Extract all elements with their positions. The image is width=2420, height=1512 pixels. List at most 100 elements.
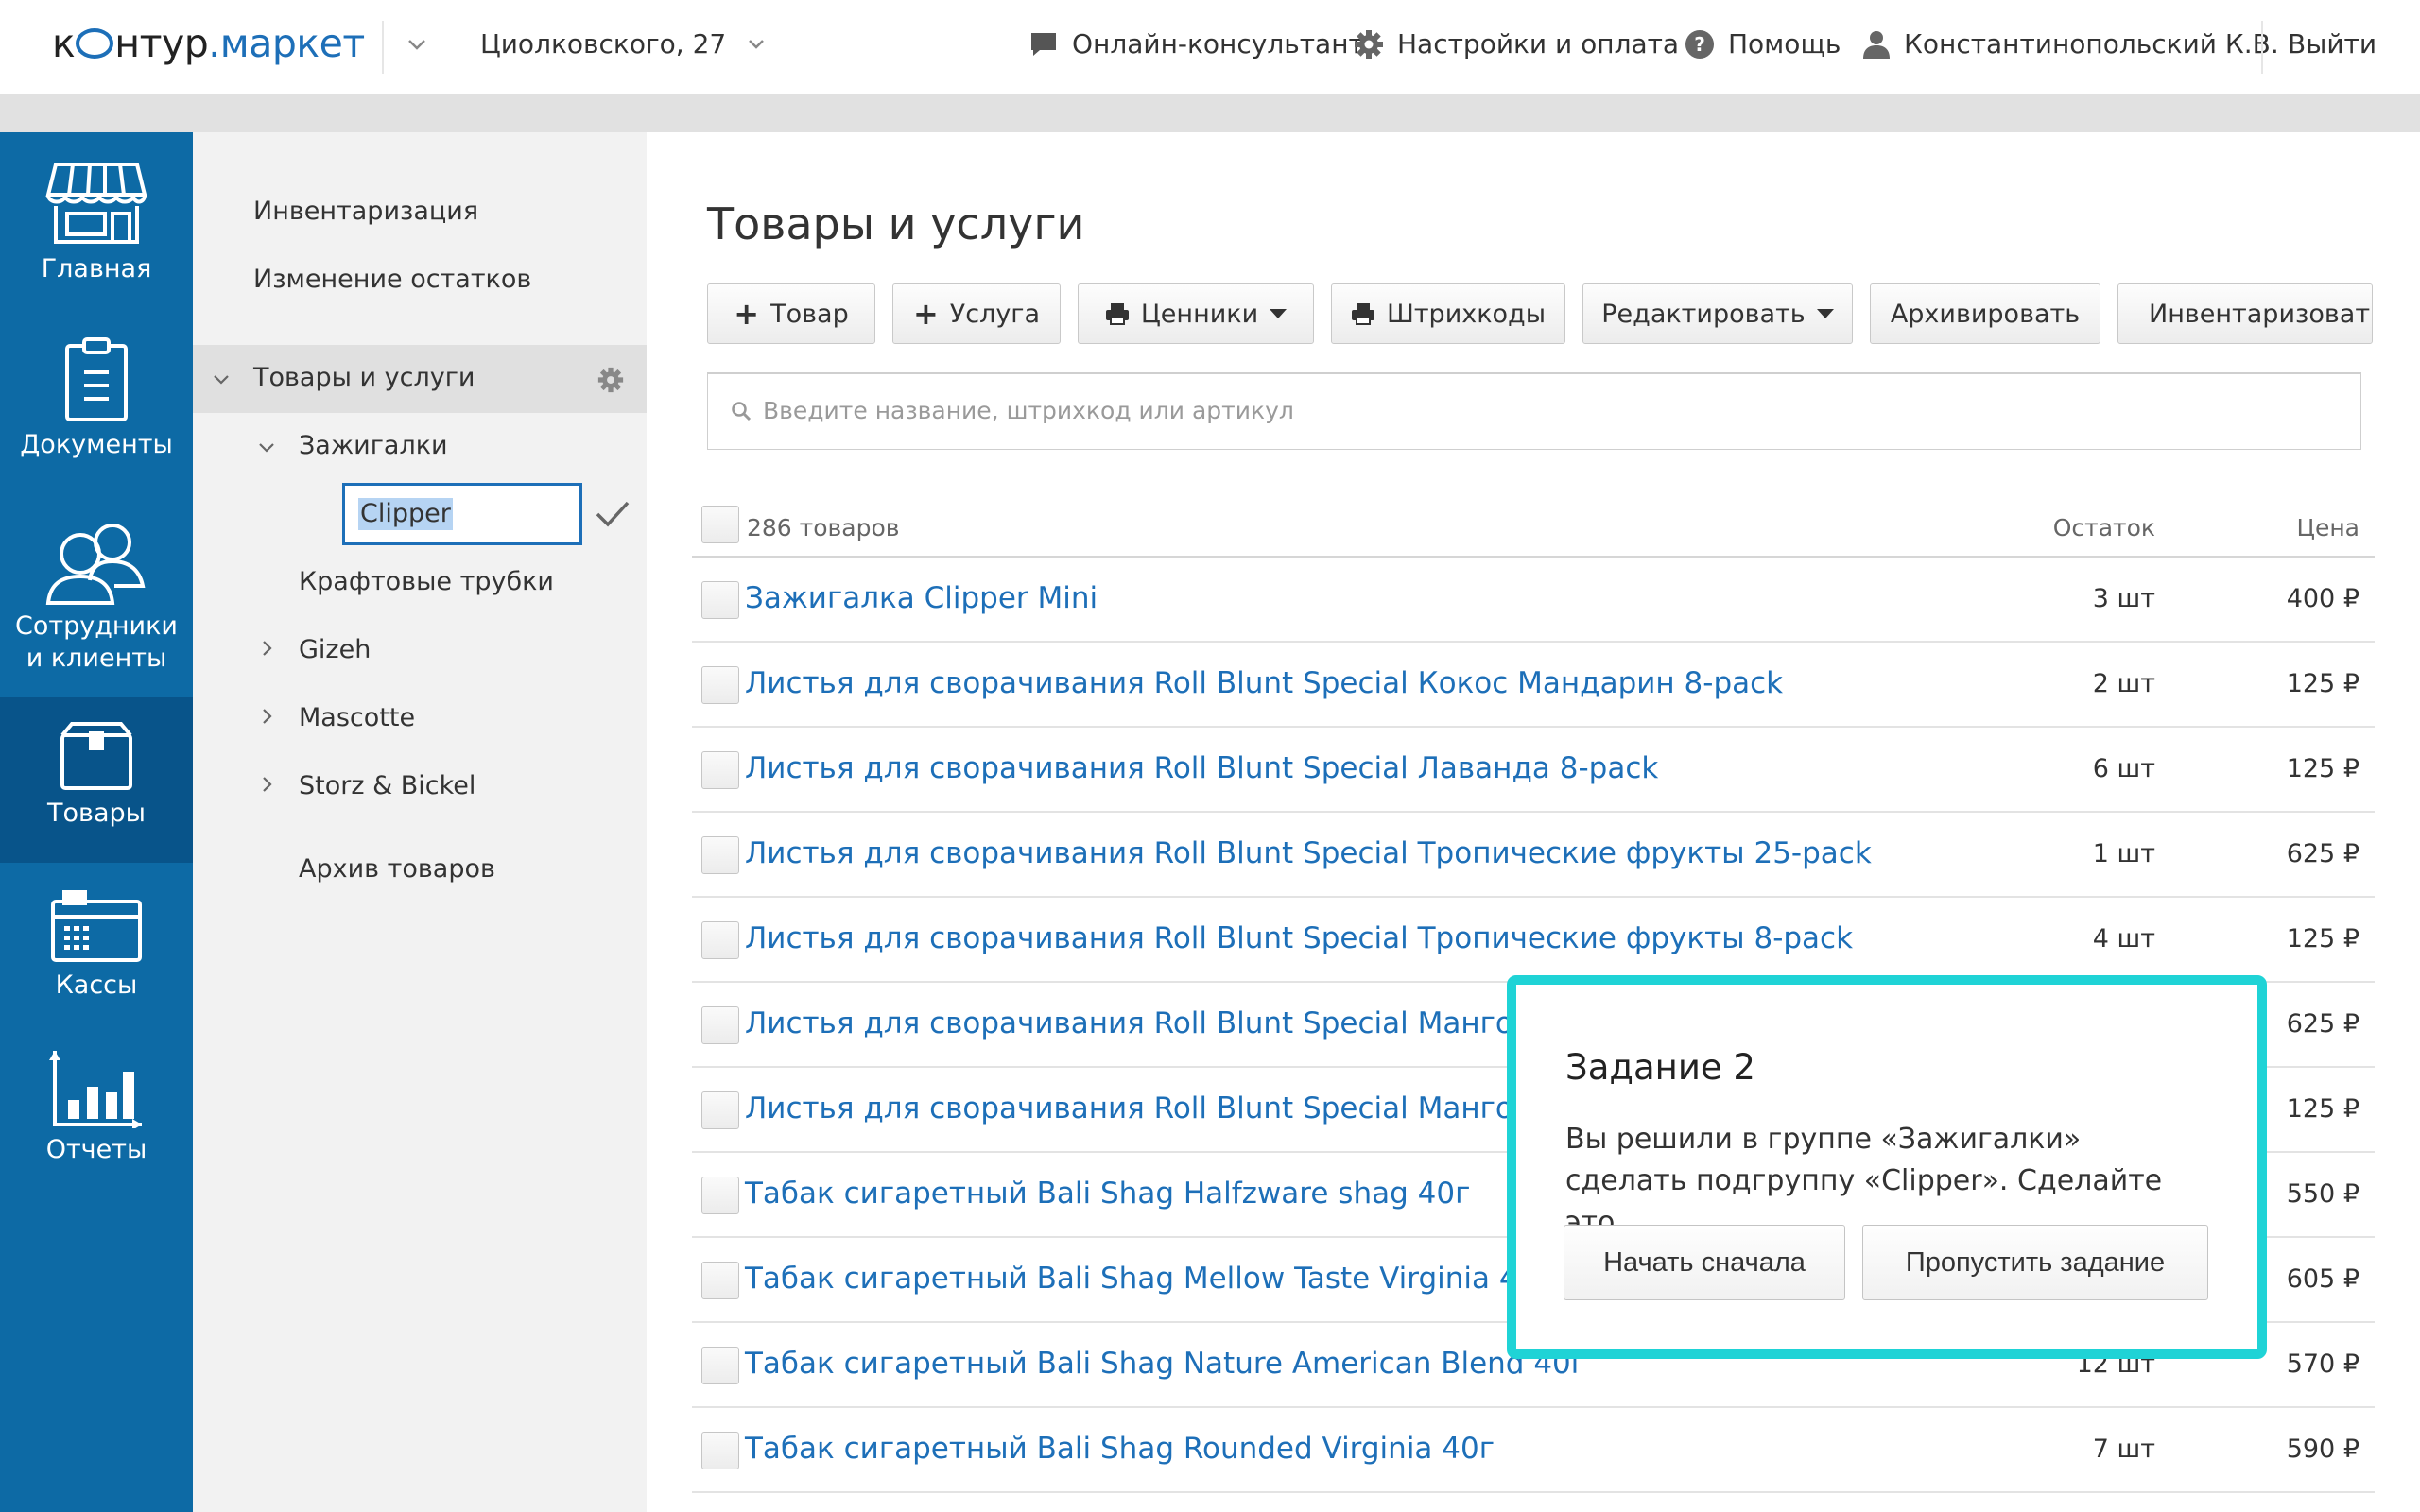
logo[interactable]: к нтур.маркет [52,21,365,66]
online-consultant-link[interactable]: Онлайн-консультант [1028,28,1364,60]
add-service-label: Услуга [949,299,1041,329]
product-price: 550 ₽ [2286,1179,2360,1209]
skip-task-button[interactable]: Пропустить задание [1862,1225,2208,1300]
archive-button[interactable]: Архивировать [1870,284,2100,344]
row-checkbox[interactable] [701,836,739,874]
logo-text-left: к [52,21,76,66]
product-stock: 3 шт [2092,584,2155,613]
product-name-link[interactable]: Листья для сворачивания Roll Blunt Speci… [745,1091,1570,1125]
row-checkbox[interactable] [701,921,739,959]
new-group-name-input[interactable]: Clipper [342,483,582,545]
table-row[interactable]: Зажигалка Clipper Mini 3 шт 400 ₽ [692,558,2375,643]
store-selector[interactable]: Циолковского, 27 [480,28,765,60]
row-checkbox[interactable] [701,581,739,619]
chevron-down-icon[interactable] [212,370,231,389]
chevron-down-icon[interactable] [406,34,427,55]
product-name-link[interactable]: Листья для сворачивания Roll Blunt Speci… [745,1006,1570,1040]
nav-item-home[interactable]: Главная [0,161,193,312]
product-name-link[interactable]: Листья для сворачивания Roll Blunt Speci… [745,751,1658,785]
nav-item-reports[interactable]: Отчеты [0,1049,193,1191]
product-price: 625 ₽ [2286,1009,2360,1039]
restart-button[interactable]: Начать сначала [1564,1225,1845,1300]
tree-label-gizeh[interactable]: Gizeh [299,635,371,664]
edit-button[interactable]: Редактировать [1582,284,1853,344]
table-row[interactable]: Листья для сворачивания Roll Blunt Speci… [692,728,2375,813]
help-link[interactable]: ? Помощь [1685,28,1841,60]
column-header-price[interactable]: Цена [2297,514,2360,541]
tree-label-lighters[interactable]: Зажигалки [299,431,448,460]
product-price: 570 ₽ [2286,1349,2360,1379]
product-price: 125 ₽ [2286,669,2360,698]
column-header-stock[interactable]: Остаток [2053,514,2155,541]
table-row[interactable]: Листья для сворачивания Roll Blunt Speci… [692,643,2375,728]
row-checkbox[interactable] [701,1432,739,1469]
nav-item-staff[interactable]: Сотрудники и клиенты [0,518,193,679]
side-link-inventory[interactable]: Инвентаризация [253,197,478,226]
store-name: Циолковского, 27 [480,28,727,60]
barcodes-button[interactable]: Штрихкоды [1331,284,1565,344]
printer-icon [1105,303,1129,325]
table-row[interactable]: Листья для сворачивания Roll Blunt Speci… [692,898,2375,983]
online-consultant-label: Онлайн-консультант [1072,28,1364,60]
store-icon [45,163,147,244]
top-header: к нтур.маркет Циолковского, 27 Онлайн-кон… [0,0,2420,94]
chevron-right-icon[interactable] [257,775,276,794]
add-service-button[interactable]: + Услуга [892,284,1061,344]
gear-icon[interactable] [597,367,624,393]
product-name-link[interactable]: Зажигалка Clipper Mini [745,581,1098,615]
price-tags-button[interactable]: Ценники [1078,284,1314,344]
product-stock: 6 шт [2092,754,2155,783]
nav-item-documents[interactable]: Документы [0,336,193,497]
product-stock: 7 шт [2092,1435,2155,1464]
inventory-button[interactable]: Инвентаризовать [2118,284,2373,344]
product-name-link[interactable]: Листья для сворачивания Roll Blunt Speci… [745,921,1853,955]
search-input[interactable]: Введите название, штрихкод или артикул [707,372,2361,450]
table-row[interactable]: Табак сигаретный Bali Shag Rounded Virgi… [692,1408,2375,1493]
chat-icon [1031,32,1056,56]
caret-down-icon [1270,309,1288,318]
table-row[interactable]: Листья для сворачивания Roll Blunt Speci… [692,813,2375,898]
side-link-archive[interactable]: Архив товаров [299,854,495,884]
tree-label-craft-pipes[interactable]: Крафтовые трубки [299,567,554,596]
row-checkbox[interactable] [701,1347,739,1384]
product-name-link[interactable]: Табак сигаретный Bali Shag Rounded Virgi… [745,1432,1495,1466]
archive-label: Архивировать [1890,299,2081,329]
select-all-checkbox[interactable] [701,506,739,543]
product-price: 125 ₽ [2286,754,2360,783]
row-checkbox[interactable] [701,666,739,704]
product-name-link[interactable]: Табак сигаретный Bali Shag Mellow Taste … [745,1262,1552,1296]
product-name-link[interactable]: Листья для сворачивания Roll Blunt Speci… [745,836,1872,870]
row-checkbox[interactable] [701,1006,739,1044]
chevron-right-icon[interactable] [257,639,276,658]
product-price: 400 ₽ [2286,584,2360,613]
row-checkbox[interactable] [701,1177,739,1214]
product-name-link[interactable]: Листья для сворачивания Roll Blunt Speci… [745,666,1783,700]
nav-item-cashboxes[interactable]: Кассы [0,888,193,1030]
cashbox-icon [51,890,142,962]
add-product-label: Товар [770,299,849,329]
box-icon [60,722,132,790]
row-checkbox[interactable] [701,751,739,789]
nav-label-goods: Товары [47,799,146,828]
user-menu[interactable]: Константинопольский К.В. [1862,28,2279,60]
chevron-down-icon[interactable] [257,438,276,457]
tree-label-goods-services[interactable]: Товары и услуги [253,363,475,392]
search-icon [732,402,752,421]
logout-link[interactable]: Выйти [2288,28,2377,60]
tree-label-mascotte[interactable]: Mascotte [299,703,415,732]
nav-item-goods[interactable]: Товары [0,697,193,863]
row-checkbox[interactable] [701,1262,739,1299]
chevron-down-icon [749,40,765,49]
header-divider [2261,21,2263,74]
product-name-link[interactable]: Табак сигаретный Bali Shag Halfzware sha… [745,1177,1470,1211]
settings-link[interactable]: Настройки и оплата [1354,28,1679,60]
chevron-right-icon[interactable] [257,707,276,726]
add-product-button[interactable]: + Товар [707,284,875,344]
product-price: 605 ₽ [2286,1264,2360,1294]
checkmark-icon[interactable] [594,497,631,531]
tree-label-storz-bickel[interactable]: Storz & Bickel [299,771,475,800]
product-name-link[interactable]: Табак сигаретный Bali Shag Nature Americ… [745,1347,1586,1381]
row-checkbox[interactable] [701,1091,739,1129]
side-link-stock-change[interactable]: Изменение остатков [253,265,531,294]
chart-icon [49,1051,142,1128]
